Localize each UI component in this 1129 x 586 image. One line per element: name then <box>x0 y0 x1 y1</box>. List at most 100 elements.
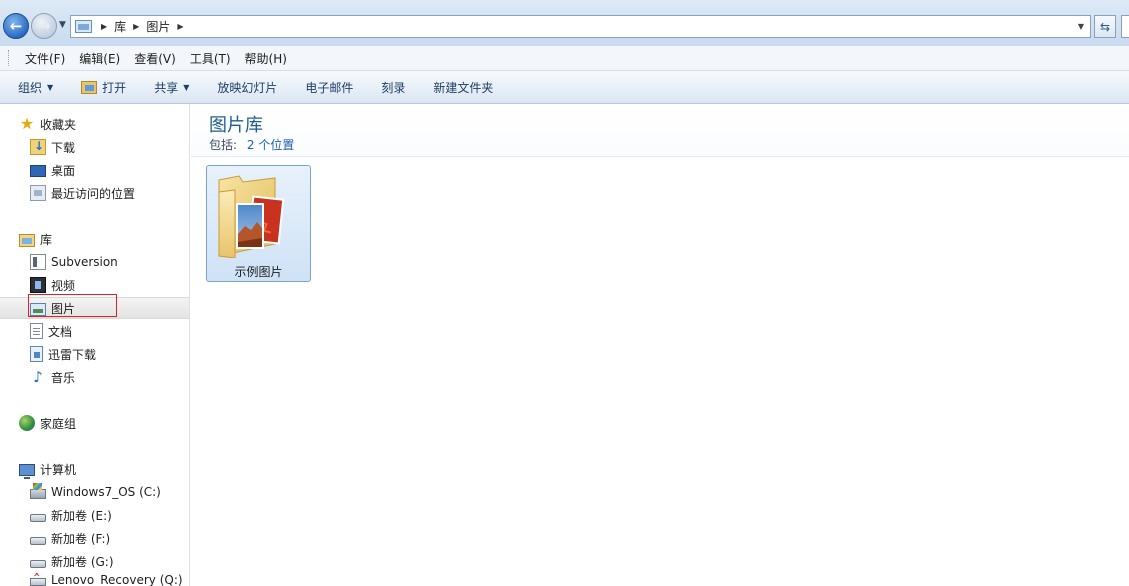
recent-pages-dropdown-icon[interactable]: ▼ <box>59 20 66 30</box>
nav-homegroup-label: 家庭组 <box>40 416 77 431</box>
nav-drive-e[interactable]: 新加卷 (E:) <box>0 504 189 526</box>
menu-edit[interactable]: 编辑(E) <box>72 50 127 67</box>
back-button[interactable]: ← <box>3 13 29 39</box>
nav-thunder-downloads[interactable]: 迅雷下载 <box>0 343 189 365</box>
nav-subversion[interactable]: Subversion <box>0 251 189 273</box>
refresh-button[interactable]: ⇆ <box>1094 15 1116 38</box>
library-locations-link[interactable]: 2 个位置 <box>247 138 294 152</box>
forward-button[interactable]: → <box>31 13 57 39</box>
open-label: 打开 <box>102 80 127 95</box>
nav-videos[interactable]: 视频 <box>0 274 189 296</box>
nav-drive-f-label: 新加卷 (F:) <box>51 531 111 546</box>
email-label: 电子邮件 <box>305 80 354 95</box>
content-pane: 图片库 包括: 2 个位置 示例图片 <box>191 104 1129 586</box>
hard-drive-icon <box>30 559 46 568</box>
nav-downloads-label: 下载 <box>51 140 76 155</box>
breadcrumb-library[interactable]: 库 <box>114 18 126 35</box>
library-includes: 包括: 2 个位置 <box>209 136 294 153</box>
homegroup-icon <box>19 415 35 431</box>
recovery-drive-icon <box>30 573 46 586</box>
picture-library-icon <box>30 302 46 316</box>
thunder-download-icon <box>30 346 43 362</box>
menu-file[interactable]: 文件(F) <box>18 50 72 67</box>
subversion-library-icon <box>30 254 46 270</box>
search-input[interactable] <box>1121 15 1129 38</box>
nav-libraries-label: 库 <box>40 232 53 247</box>
slideshow-label: 放映幻灯片 <box>217 80 278 95</box>
nav-recent-label: 最近访问的位置 <box>51 186 136 201</box>
folder-item[interactable]: 示例图片 <box>206 165 311 282</box>
nav-drive-q-label: Lenovo_Recovery (Q:) <box>51 573 183 586</box>
nav-drive-c[interactable]: Windows7_OS (C:) <box>0 481 189 503</box>
nav-computer-label: 计算机 <box>40 462 77 477</box>
breadcrumb-arrow-icon[interactable]: ▶ <box>101 22 107 31</box>
nav-drive-e-label: 新加卷 (E:) <box>51 508 112 523</box>
burn-button[interactable]: 刻录 <box>373 75 413 99</box>
nav-videos-label: 视频 <box>51 278 76 293</box>
organize-button[interactable]: 组织 ▼ <box>10 75 61 99</box>
menu-tools[interactable]: 工具(T) <box>183 50 238 67</box>
breadcrumb-pictures[interactable]: 图片 <box>146 18 170 35</box>
nav-desktop[interactable]: 桌面 <box>0 159 189 181</box>
slideshow-button[interactable]: 放映幻灯片 <box>209 75 285 99</box>
library-icon <box>19 233 35 247</box>
menu-help[interactable]: 帮助(H) <box>238 50 294 67</box>
nav-favorites-label: 收藏夹 <box>40 117 77 132</box>
recent-places-icon <box>30 185 46 201</box>
nav-music-label: 音乐 <box>51 370 76 385</box>
video-library-icon <box>30 277 46 293</box>
nav-thunder-label: 迅雷下载 <box>48 347 97 362</box>
nav-libraries[interactable]: 库 <box>0 228 189 250</box>
nav-music[interactable]: ♪ 音乐 <box>0 366 189 388</box>
refresh-icon: ⇆ <box>1099 19 1111 34</box>
new-folder-button[interactable]: 新建文件夹 <box>425 75 501 99</box>
open-button[interactable]: 打开 <box>73 75 134 99</box>
music-note-icon: ♪ <box>33 368 43 386</box>
download-folder-icon <box>30 139 46 155</box>
nav-homegroup[interactable]: 家庭组 <box>0 412 189 434</box>
email-button[interactable]: 电子邮件 <box>297 75 361 99</box>
hard-drive-icon <box>30 513 46 522</box>
nav-documents[interactable]: 文档 <box>0 320 189 342</box>
nav-drive-f[interactable]: 新加卷 (F:) <box>0 527 189 549</box>
open-folder-icon <box>81 80 98 94</box>
nav-drive-g-label: 新加卷 (G:) <box>51 554 114 569</box>
page-title: 图片库 <box>209 115 263 136</box>
chevron-down-icon: ▼ <box>183 82 190 92</box>
address-bar[interactable]: ▶ 库 ▶ 图片 ▶ ▼ <box>70 15 1091 38</box>
nav-drive-g[interactable]: 新加卷 (G:) <box>0 550 189 572</box>
menu-view[interactable]: 查看(V) <box>127 50 183 67</box>
os-drive-icon <box>30 483 46 499</box>
nav-pictures-label: 图片 <box>51 301 76 316</box>
star-icon: ★ <box>19 114 35 133</box>
breadcrumb-arrow-icon[interactable]: ▶ <box>133 22 139 31</box>
document-library-icon <box>30 323 43 339</box>
organize-label: 组织 <box>18 80 43 95</box>
menu-grip <box>8 50 10 66</box>
share-button[interactable]: 共享 ▼ <box>146 75 197 99</box>
hard-drive-icon <box>30 536 46 545</box>
nav-recent-places[interactable]: 最近访问的位置 <box>0 182 189 204</box>
nav-desktop-label: 桌面 <box>51 163 76 178</box>
picture-folder-icon <box>218 175 285 258</box>
burn-label: 刻录 <box>381 80 406 95</box>
nav-downloads[interactable]: 下载 <box>0 136 189 158</box>
includes-label: 包括: <box>209 138 238 152</box>
new-folder-label: 新建文件夹 <box>433 80 494 95</box>
nav-drive-q[interactable]: Lenovo_Recovery (Q:) <box>0 573 189 586</box>
nav-drive-c-label: Windows7_OS (C:) <box>51 485 161 499</box>
nav-favorites[interactable]: ★ 收藏夹 <box>0 113 189 135</box>
address-dropdown-icon[interactable]: ▼ <box>1075 19 1087 34</box>
folder-name: 示例图片 <box>234 265 283 279</box>
address-strip: ← → ▼ ▶ 库 ▶ 图片 ▶ ▼ ⇆ <box>0 0 1129 46</box>
command-bar: 组织 ▼ 打开 共享 ▼ 放映幻灯片 电子邮件 刻录 新建文件夹 <box>0 71 1129 104</box>
nav-pictures[interactable]: 图片 <box>0 297 189 319</box>
nav-documents-label: 文档 <box>48 324 73 339</box>
breadcrumb-arrow-icon[interactable]: ▶ <box>177 22 183 31</box>
nav-computer[interactable]: 计算机 <box>0 458 189 480</box>
library-location-icon <box>75 20 92 33</box>
library-header: 图片库 包括: 2 个位置 <box>191 104 1129 157</box>
forward-arrow-icon: → <box>37 17 51 35</box>
nav-subversion-label: Subversion <box>51 255 118 269</box>
desktop-icon <box>30 165 46 177</box>
